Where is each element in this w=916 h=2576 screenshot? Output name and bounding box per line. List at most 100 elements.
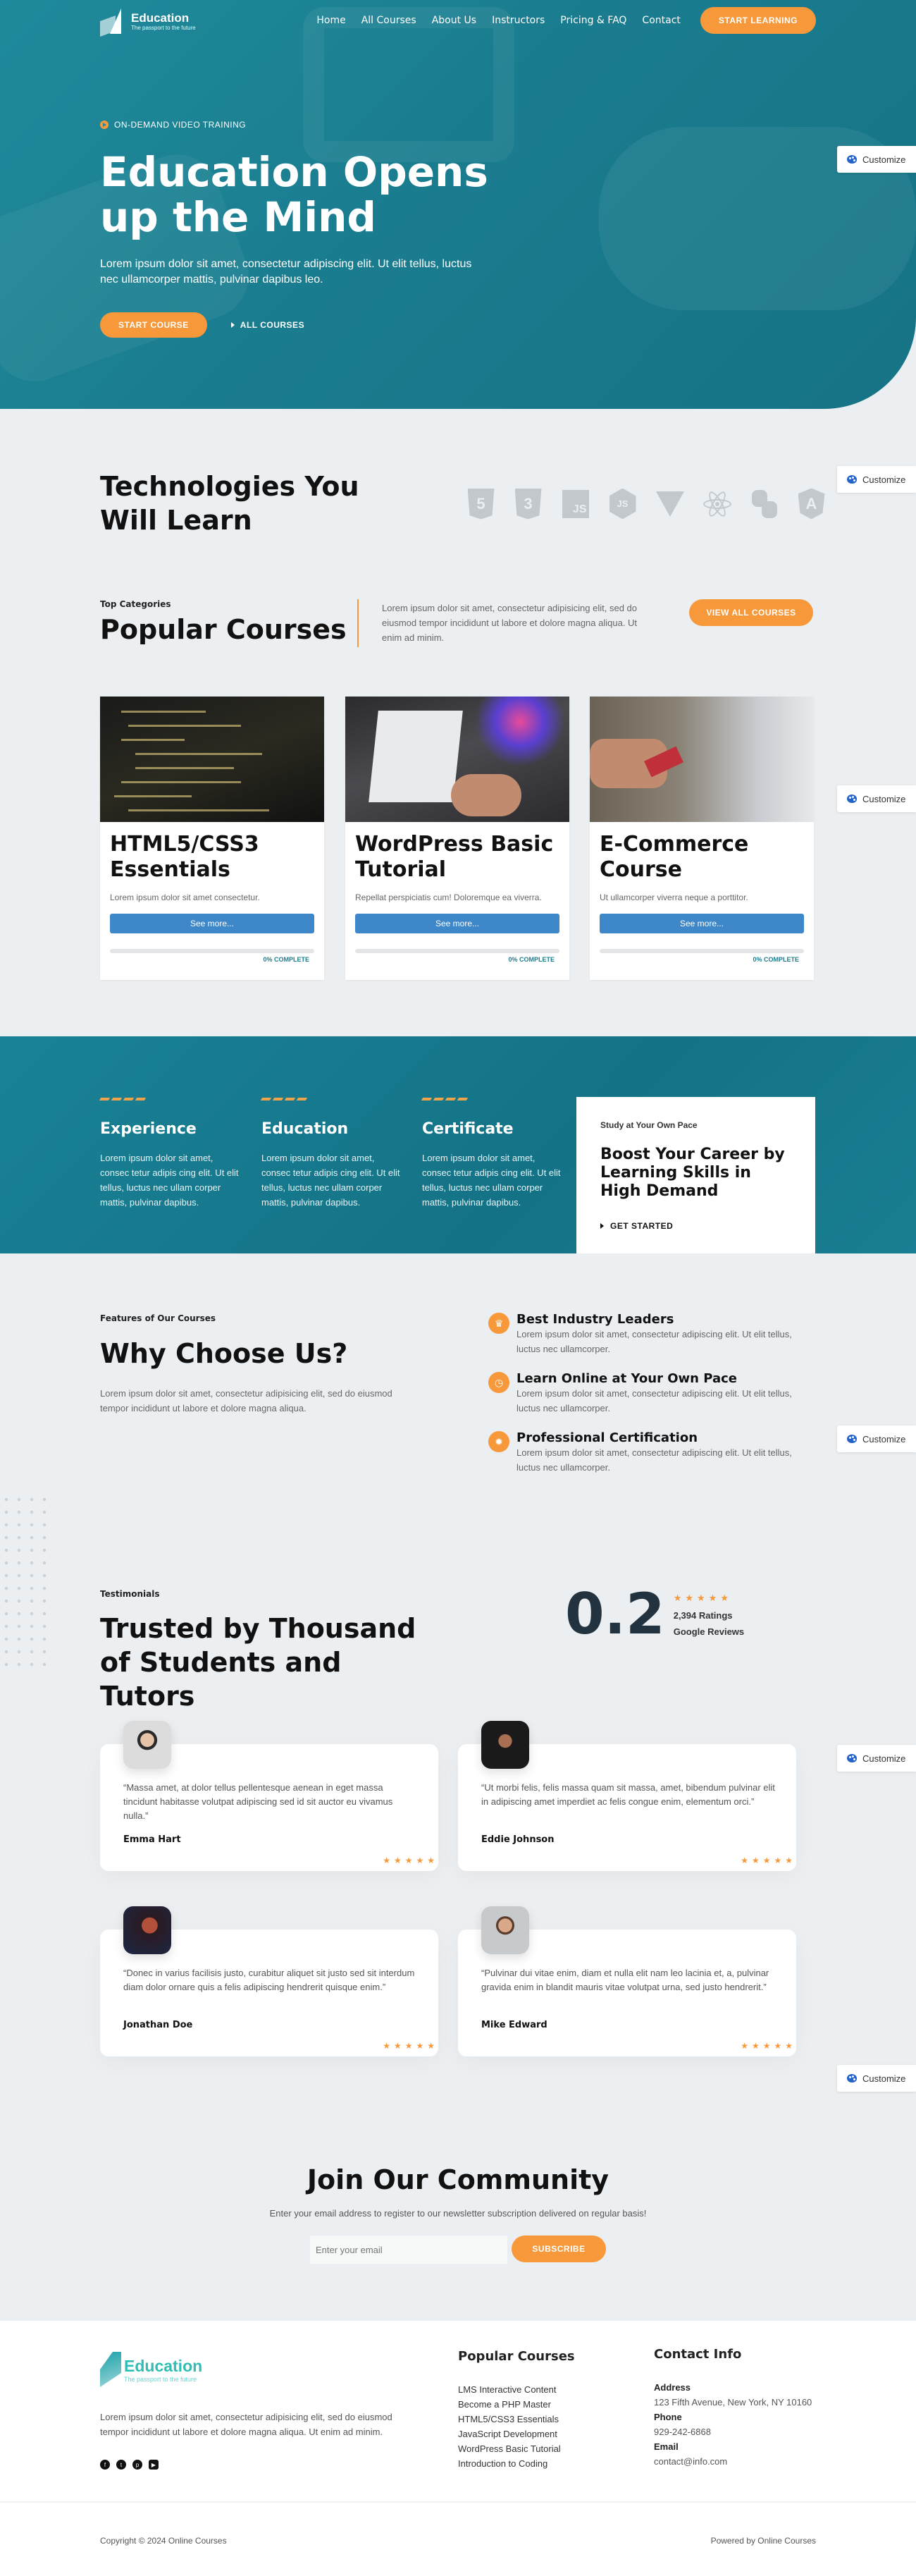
customize-label: Customize: [862, 154, 906, 165]
technologies-title: Technologies You Will Learn: [100, 471, 359, 536]
subscribe-button[interactable]: SUBSCRIBE: [512, 2235, 606, 2262]
email-label: Email: [654, 2441, 679, 2452]
testimonial-name: Eddie Johnson: [481, 1834, 555, 1845]
address-value: 123 Fifth Avenue, New York, NY 10160: [654, 2397, 812, 2408]
course-title[interactable]: WordPress Basic Tutorial: [355, 832, 559, 883]
site-logo[interactable]: Education The passport to the future: [100, 8, 196, 34]
see-more-button[interactable]: See more...: [110, 914, 314, 933]
pinterest-icon[interactable]: p: [132, 2460, 142, 2470]
why-item-title: Learn Online at Your Own Pace: [516, 1371, 737, 1386]
course-progress-label: 0% COMPLETE: [753, 956, 799, 963]
footer-course-link[interactable]: Become a PHP Master: [458, 2397, 575, 2412]
testimonial-quote: “Pulvinar dui vitae enim, diam et nulla …: [481, 1968, 769, 1992]
see-more-button[interactable]: See more...: [355, 914, 559, 933]
why-item-text: Lorem ipsum dolor sit amet, consectetur …: [516, 1447, 792, 1473]
react-icon: [701, 488, 733, 520]
feature-text: Lorem ipsum dolor sit amet, consec tetur…: [100, 1153, 239, 1208]
testimonial-stars: ★★★★★: [741, 2041, 796, 2051]
testimonials-kicker: Testimonials: [100, 1589, 160, 1599]
footer-course-link[interactable]: WordPress Basic Tutorial: [458, 2441, 575, 2456]
get-started-link[interactable]: GET STARTED: [600, 1221, 673, 1231]
rating-summary: 0.2 ★★★★★ 2,394 Ratings Google Reviews: [565, 1586, 744, 1643]
footer-logo[interactable]: Education The passport to the future: [100, 2352, 202, 2387]
customize-button[interactable]: Customize: [837, 1745, 916, 1772]
palette-icon: [847, 475, 857, 484]
hero-section: Education The passport to the future Hom…: [0, 0, 916, 409]
customize-label: Customize: [862, 793, 906, 804]
newsletter-title: Join Our Community: [307, 2164, 609, 2195]
nav-home[interactable]: Home: [316, 15, 345, 26]
crown-icon: ♛: [488, 1313, 509, 1334]
play-icon: [100, 121, 109, 129]
avatar: [481, 1721, 529, 1769]
testimonials-title: Trusted by Thousand of Students and Tuto…: [100, 1613, 416, 1712]
twitter-icon[interactable]: t: [116, 2460, 126, 2470]
start-course-button[interactable]: START COURSE: [100, 312, 207, 338]
javascript-icon: JS: [559, 488, 591, 520]
technology-icons: 5 3 JS JS A: [465, 488, 827, 520]
css3-icon: 3: [512, 488, 544, 520]
course-image: [590, 697, 814, 822]
certificate-icon: ✹: [488, 1431, 509, 1452]
boost-card: Study at Your Own Pace Boost Your Career…: [576, 1097, 815, 1253]
phone-label: Phone: [654, 2412, 682, 2422]
course-description: Repellat perspiciatis cum! Doloremque ea…: [355, 893, 542, 902]
nav-all-courses[interactable]: All Courses: [361, 15, 416, 26]
why-item: ♛ Best Industry Leaders Lorem ipsum dolor…: [488, 1313, 805, 1356]
logo-icon: [100, 2352, 121, 2387]
course-title[interactable]: E-Commerce Course: [600, 832, 804, 883]
palette-icon: [847, 795, 857, 803]
testimonial-stars: ★★★★★: [383, 1856, 438, 1865]
testimonial-stars: ★★★★★: [383, 2041, 438, 2051]
customize-label: Customize: [862, 1753, 906, 1764]
start-learning-button[interactable]: START LEARNING: [700, 7, 816, 34]
stripes-decoration: [421, 1098, 563, 1100]
feature-text: Lorem ipsum dolor sit amet, consec tetur…: [422, 1153, 561, 1208]
nav-contact[interactable]: Contact: [642, 15, 680, 26]
email-input[interactable]: [310, 2235, 507, 2264]
palette-icon: [847, 2074, 857, 2083]
customize-button[interactable]: Customize: [837, 2065, 916, 2092]
hero-title: Education Opens up the Mind: [100, 148, 488, 241]
customize-button[interactable]: Customize: [837, 466, 916, 493]
facebook-icon[interactable]: f: [100, 2460, 110, 2470]
email-value[interactable]: contact@info.com: [654, 2454, 812, 2469]
palette-icon: [847, 155, 857, 164]
palette-icon: [847, 1435, 857, 1443]
testimonial-stars: ★★★★★: [741, 1856, 796, 1865]
feature-item: Certificate Lorem ipsum dolor sit amet, …: [421, 1098, 563, 1210]
popular-kicker: Top Categories: [100, 599, 171, 609]
feature-title: Experience: [100, 1120, 197, 1138]
stripes-decoration: [99, 1098, 241, 1100]
course-progress-label: 0% COMPLETE: [263, 956, 309, 963]
avatar: [123, 1721, 171, 1769]
footer-logo-tagline: The passport to the future: [124, 2375, 197, 2383]
customize-button[interactable]: Customize: [837, 785, 916, 812]
testimonial-name: Jonathan Doe: [123, 2020, 193, 2030]
phone-value[interactable]: 929-242-6868: [654, 2424, 812, 2439]
customize-button[interactable]: Customize: [837, 146, 916, 173]
footer-course-link[interactable]: HTML5/CSS3 Essentials: [458, 2412, 575, 2427]
all-courses-link[interactable]: ALL COURSES: [230, 320, 304, 330]
nodejs-icon: JS: [607, 488, 638, 520]
nav-pricing-faq[interactable]: Pricing & FAQ: [560, 15, 626, 26]
footer-course-link[interactable]: JavaScript Development: [458, 2427, 575, 2441]
boost-kicker: Study at Your Own Pace: [600, 1120, 698, 1130]
nav-about-us[interactable]: About Us: [432, 15, 476, 26]
why-list: ♛ Best Industry Leaders Lorem ipsum dolor…: [488, 1313, 805, 1490]
nav-instructors[interactable]: Instructors: [492, 15, 545, 26]
course-progress-bar: [355, 949, 559, 953]
customize-button[interactable]: Customize: [837, 1425, 916, 1452]
hero-kicker-text: ON-DEMAND VIDEO TRAINING: [114, 120, 247, 130]
course-image: [345, 697, 569, 822]
course-progress-bar: [110, 949, 314, 953]
see-more-button[interactable]: See more...: [600, 914, 804, 933]
course-title[interactable]: HTML5/CSS3 Essentials: [110, 832, 314, 883]
view-all-courses-button[interactable]: VIEW ALL COURSES: [689, 599, 813, 626]
footer-courses-title: Popular Courses: [458, 2349, 575, 2364]
footer-course-link[interactable]: Introduction to Coding: [458, 2456, 575, 2471]
youtube-icon[interactable]: ▶: [149, 2460, 159, 2470]
get-started-label: GET STARTED: [610, 1221, 674, 1231]
footer-course-link[interactable]: LMS Interactive Content: [458, 2382, 575, 2397]
boost-title: Boost Your Career by Learning Skills in …: [600, 1146, 785, 1200]
